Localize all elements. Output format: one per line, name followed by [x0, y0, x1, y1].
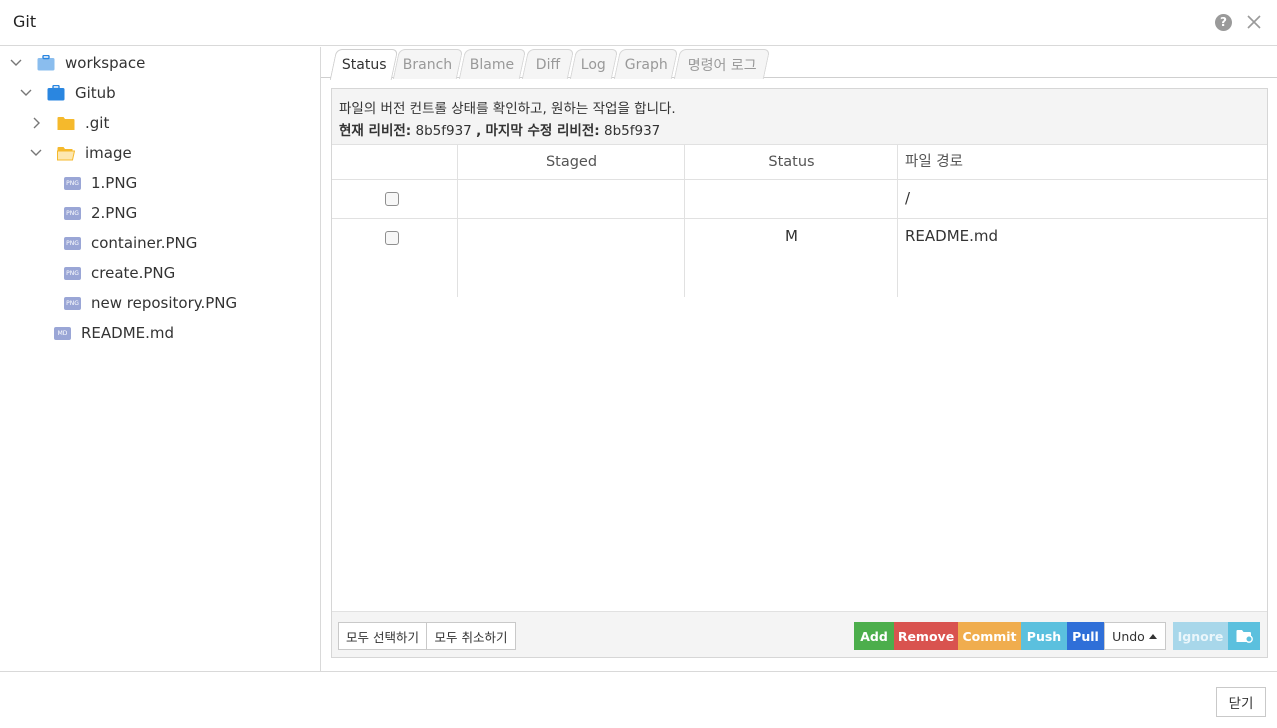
pull-button[interactable]: Pull	[1067, 622, 1104, 650]
ignore-button[interactable]: Ignore	[1173, 622, 1228, 650]
chevron-right-icon[interactable]	[29, 116, 43, 130]
dialog-footer: 닫기	[0, 671, 1277, 728]
tree-item-label: workspace	[65, 54, 146, 72]
status-panel: 파일의 버전 컨트롤 상태를 확인하고, 원하는 작업을 합니다. 현재 리비전…	[331, 88, 1268, 658]
chevron-down-icon[interactable]	[19, 86, 33, 100]
tree-item-file[interactable]: MD README.md	[54, 318, 174, 348]
window-title: Git	[13, 12, 37, 31]
column-header-status[interactable]: Status	[685, 145, 898, 179]
row-checkbox[interactable]	[385, 192, 399, 206]
tree-item-label: 1.PNG	[91, 174, 138, 192]
row-path: /	[905, 189, 911, 207]
revision-line: 현재 리비전: 8b5f937 , 마지막 수정 리비전: 8b5f937	[339, 119, 660, 139]
tree-item-label: .git	[85, 114, 110, 132]
commit-button[interactable]: Commit	[958, 622, 1021, 650]
tree-item-label: Gitub	[75, 84, 116, 102]
tree-item-file[interactable]: PNG create.PNG	[64, 258, 175, 288]
chevron-down-icon[interactable]	[9, 56, 23, 70]
png-file-icon: PNG	[64, 206, 81, 220]
remove-button[interactable]: Remove	[894, 622, 958, 650]
tree-item-label: README.md	[81, 324, 175, 342]
info-box: 파일의 버전 컨트롤 상태를 확인하고, 원하는 작업을 합니다. 현재 리비전…	[332, 89, 1267, 145]
file-tree: workspace Gitub .git image PNG 1.PNG PNG…	[0, 47, 321, 671]
folder-settings-button[interactable]	[1228, 622, 1260, 650]
png-file-icon: PNG	[64, 266, 81, 280]
caret-up-icon	[1148, 634, 1157, 639]
last-revision-label: 마지막 수정 리비전:	[485, 123, 600, 139]
tab-label: Diff	[535, 56, 561, 73]
md-file-icon: MD	[54, 326, 71, 340]
tab-status[interactable]: Status	[329, 49, 399, 80]
push-button[interactable]: Push	[1021, 622, 1067, 650]
tab-bar: Status Branch Blame Diff Log Graph 명령어 로…	[321, 47, 1277, 80]
undo-label: Undo	[1112, 628, 1145, 644]
tree-item-label: image	[85, 144, 132, 162]
grid-header: Staged Status 파일 경로	[332, 145, 1267, 180]
tree-item-file[interactable]: PNG 1.PNG	[64, 168, 137, 198]
png-file-icon: PNG	[64, 296, 81, 310]
briefcase-icon	[47, 85, 65, 101]
folder-open-icon	[57, 146, 75, 160]
tree-item-label: create.PNG	[91, 264, 176, 282]
current-revision-value: 8b5f937	[415, 123, 472, 139]
main-panel: Status Branch Blame Diff Log Graph 명령어 로…	[321, 47, 1277, 671]
action-bar: 모두 선택하기 모두 취소하기 Add Remove Commit Push P…	[332, 611, 1267, 657]
tab-label: Status	[341, 57, 387, 73]
select-all-button[interactable]: 모두 선택하기	[338, 622, 427, 650]
tab-label: Log	[581, 56, 607, 73]
row-path: README.md	[905, 227, 999, 245]
last-revision-value: 8b5f937	[603, 123, 661, 139]
tree-item-label: container.PNG	[91, 234, 198, 252]
tree-item-file[interactable]: PNG 2.PNG	[64, 198, 137, 228]
tab-label: 명령어 로그	[687, 57, 757, 74]
tab-label: Blame	[470, 56, 515, 73]
chevron-down-icon[interactable]	[29, 146, 43, 160]
tab-diff[interactable]: Diff	[521, 49, 575, 79]
title-bar: Git ?	[0, 0, 1277, 46]
tree-item-file[interactable]: PNG new repository.PNG	[64, 288, 237, 318]
tab-log[interactable]: Log	[569, 49, 619, 79]
tab-label: Graph	[624, 56, 668, 73]
current-revision-label: 현재 리비전:	[339, 123, 412, 139]
tab-graph[interactable]: Graph	[613, 49, 679, 79]
tree-item-image-folder[interactable]: image	[29, 138, 132, 168]
tree-item-file[interactable]: PNG container.PNG	[64, 228, 197, 258]
tab-blame[interactable]: Blame	[458, 49, 527, 79]
info-description: 파일의 버전 컨트롤 상태를 확인하고, 원하는 작업을 합니다.	[339, 101, 676, 117]
briefcase-icon	[37, 55, 55, 71]
folder-gear-icon	[1236, 630, 1253, 643]
tab-command-log[interactable]: 명령어 로그	[673, 49, 771, 79]
revision-separator: ,	[476, 123, 482, 139]
tab-label: Branch	[403, 56, 453, 73]
help-icon[interactable]: ?	[1215, 14, 1232, 31]
png-file-icon: PNG	[64, 176, 81, 190]
undo-dropdown[interactable]: Undo	[1104, 622, 1166, 650]
tab-branch[interactable]: Branch	[392, 49, 464, 79]
close-dialog-button[interactable]: 닫기	[1216, 687, 1266, 717]
tree-item-git-folder[interactable]: .git	[29, 108, 109, 138]
column-header-path[interactable]: 파일 경로	[905, 145, 1105, 179]
tree-item-label: new repository.PNG	[91, 294, 238, 312]
column-header-staged[interactable]: Staged	[458, 145, 685, 179]
add-button[interactable]: Add	[854, 622, 894, 650]
table-row[interactable]: M README.md	[332, 219, 1267, 258]
table-row[interactable]: /	[332, 180, 1267, 219]
row-status: M	[785, 227, 798, 245]
row-checkbox[interactable]	[385, 231, 399, 245]
close-icon[interactable]	[1244, 12, 1264, 32]
folder-icon	[57, 116, 75, 130]
png-file-icon: PNG	[64, 236, 81, 250]
tree-item-gitub[interactable]: Gitub	[19, 78, 116, 108]
tree-item-label: 2.PNG	[91, 204, 138, 222]
deselect-all-button[interactable]: 모두 취소하기	[426, 622, 516, 650]
tree-item-workspace[interactable]: workspace	[9, 48, 145, 78]
